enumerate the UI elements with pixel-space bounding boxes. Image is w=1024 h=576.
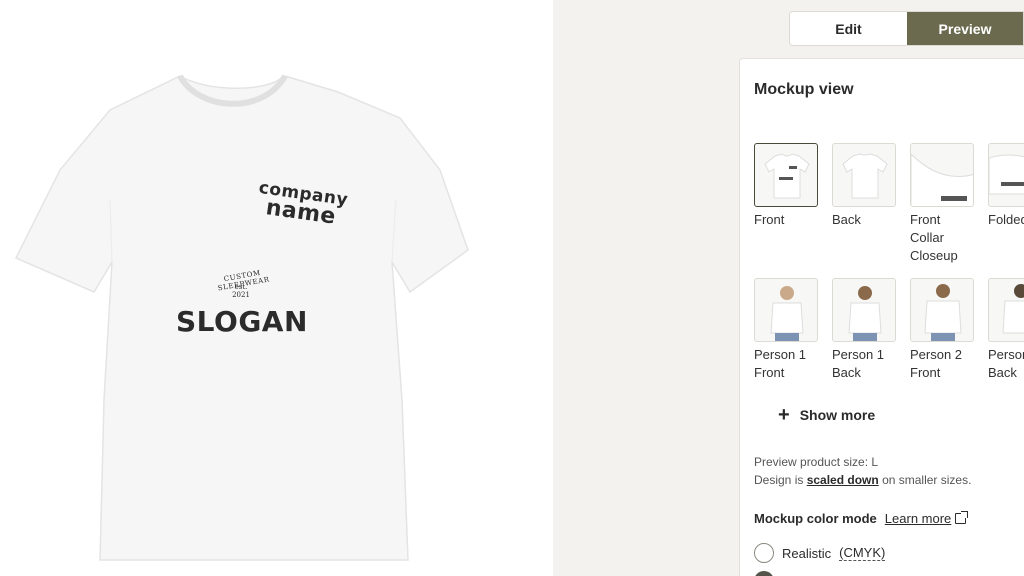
edit-preview-toggle: Edit Preview — [789, 11, 1024, 46]
est-text: est. — [234, 283, 248, 291]
mockup-panel: Mockup view Front Back Front Collar Clos… — [739, 58, 1024, 576]
view-label: Person 2 Front — [910, 347, 963, 380]
folded-shirt-icon — [989, 154, 1024, 195]
view-label: Folded — [988, 212, 1024, 227]
thumb-person1-front[interactable] — [754, 278, 818, 342]
year-text: 2021 — [232, 291, 250, 299]
thumb-back[interactable] — [832, 143, 896, 207]
view-label: Person 2 Back — [988, 347, 1024, 380]
edit-tab[interactable]: Edit — [790, 12, 907, 45]
person-icon — [924, 284, 962, 341]
show-more-button[interactable]: + Show more — [778, 404, 876, 426]
scaled-down-link[interactable]: scaled down — [807, 473, 879, 487]
radio-icon — [754, 543, 774, 563]
size-info: Preview product size: L Design is scaled… — [754, 453, 971, 489]
panel-title: Mockup view — [754, 81, 854, 98]
preview-size-text: Preview product size: L — [754, 455, 879, 469]
person-icon — [1002, 284, 1024, 334]
thumb-front[interactable] — [754, 143, 818, 207]
color-mode-label: Mockup color mode — [754, 511, 877, 526]
plus-icon: + — [778, 404, 790, 426]
view-label: Back — [832, 212, 861, 227]
person-icon — [770, 286, 804, 341]
product-preview-area: company name CUSTOM SLEEPWEAR est. 2021 … — [0, 0, 553, 576]
thumb-person2-front[interactable] — [910, 278, 974, 342]
thumb-person2-back[interactable] — [988, 278, 1024, 342]
thumb-collar-closeup[interactable] — [910, 143, 974, 207]
realistic-option[interactable]: Realistic (CMYK) — [754, 543, 886, 563]
shirt-back-icon — [842, 153, 888, 199]
external-link-icon — [955, 511, 969, 524]
view-label: Front Collar Closeup — [910, 212, 958, 263]
cmyk-label: (CMYK) — [839, 545, 886, 561]
learn-more-link[interactable]: Learn more — [884, 511, 969, 526]
view-label: Person 1 Back — [832, 347, 885, 380]
color-mode-row: Mockup color mode Learn more — [754, 511, 969, 526]
learn-more-text: Learn more — [884, 511, 952, 526]
view-label: Person 1 Front — [754, 347, 807, 380]
smaller-sizes-text: on smaller sizes. — [882, 473, 972, 487]
realistic-label: Realistic — [782, 545, 832, 561]
thumb-person1-back[interactable] — [832, 278, 896, 342]
slogan-print: SLOGAN — [176, 305, 308, 338]
est-print: est. 2021 — [226, 283, 256, 299]
show-more-label: Show more — [799, 407, 876, 423]
tshirt-image — [14, 74, 469, 561]
shirt-front-icon — [764, 153, 810, 199]
design-is-text: Design is — [754, 473, 804, 487]
preview-tab[interactable]: Preview — [907, 12, 1023, 45]
person-icon — [848, 286, 882, 341]
thumb-folded[interactable] — [988, 143, 1024, 207]
scale-info: Design is scaled down on smaller sizes. — [754, 471, 971, 489]
view-label: Front — [754, 212, 785, 227]
collar-closeup-icon — [911, 153, 973, 206]
radio-selected-icon[interactable] — [754, 571, 774, 576]
